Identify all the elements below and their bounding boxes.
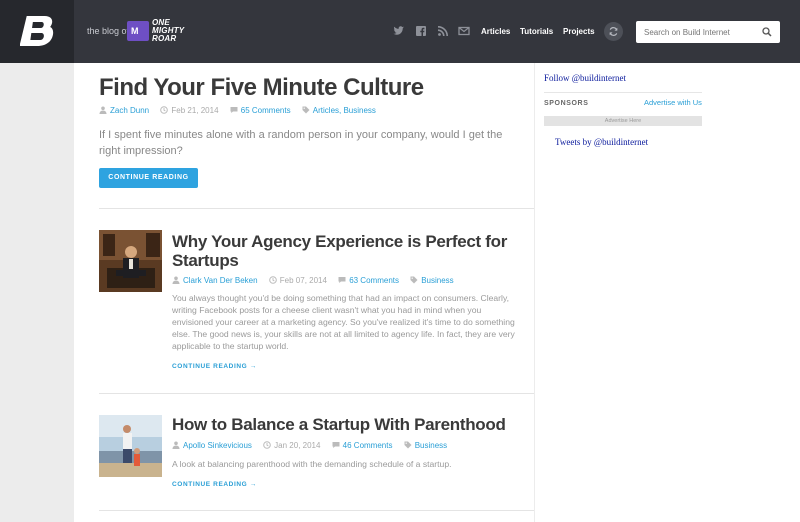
author-meta: Apollo Sinkevicious bbox=[172, 441, 252, 450]
post-title[interactable]: Why Your Agency Experience is Perfect fo… bbox=[172, 232, 522, 270]
user-icon bbox=[99, 106, 107, 114]
continue-reading-link[interactable]: CONTINUE READING → bbox=[172, 363, 257, 370]
advertise-with-us-link[interactable]: Advertise with Us bbox=[644, 98, 702, 107]
post-thumbnail-image bbox=[99, 230, 162, 292]
nav-tutorials[interactable]: Tutorials bbox=[520, 27, 553, 36]
date-meta: Jan 20, 2014 bbox=[263, 441, 320, 450]
category-link[interactable]: Articles, Business bbox=[313, 106, 376, 115]
date-meta: Feb 07, 2014 bbox=[268, 276, 327, 285]
user-icon bbox=[172, 441, 180, 449]
post-thumbnail-image bbox=[99, 415, 162, 477]
sidebar: Follow @buildinternet SPONSORS Advertise… bbox=[535, 63, 800, 522]
featured-post-excerpt: If I spent five minutes alone with a ran… bbox=[99, 129, 503, 157]
comments-link[interactable]: 46 Comments bbox=[343, 441, 393, 450]
author-link[interactable]: Zach Dunn bbox=[110, 106, 149, 115]
author-link[interactable]: Apollo Sinkevicious bbox=[183, 441, 252, 450]
post-excerpt: You always thought you'd be doing someth… bbox=[172, 293, 515, 351]
twitter-icon[interactable] bbox=[393, 25, 405, 37]
rss-icon[interactable] bbox=[437, 25, 449, 37]
one-mighty-roar-wordmark[interactable]: ONE MIGHTY ROAR bbox=[152, 19, 184, 43]
one-mighty-roar-logo-icon[interactable]: M bbox=[127, 21, 149, 41]
post-thumbnail[interactable] bbox=[99, 230, 162, 292]
top-navigation-bar: the blog of M ONE MIGHTY ROAR Articles T… bbox=[0, 0, 800, 63]
build-internet-logo[interactable] bbox=[0, 0, 74, 63]
search-icon[interactable] bbox=[762, 27, 772, 37]
featured-post-meta: Zach Dunn Feb 21, 2014 65 Comments Artic… bbox=[99, 106, 385, 115]
featured-post-title[interactable]: Find Your Five Minute Culture bbox=[99, 75, 424, 101]
search-box bbox=[636, 21, 780, 43]
search-input[interactable] bbox=[644, 25, 756, 39]
advertise-here-slot[interactable]: Advertise Here bbox=[544, 116, 702, 126]
post-meta: Apollo Sinkevicious Jan 20, 2014 46 Comm… bbox=[172, 441, 456, 450]
nav-projects[interactable]: Projects bbox=[563, 27, 595, 36]
post-date: Jan 20, 2014 bbox=[274, 441, 321, 450]
tag-icon bbox=[302, 106, 310, 114]
brand-badge-letter: M bbox=[131, 26, 139, 36]
sponsors-heading: SPONSORS bbox=[544, 100, 589, 107]
refresh-icon bbox=[609, 27, 618, 36]
comment-icon bbox=[230, 107, 238, 113]
nav-articles[interactable]: Articles bbox=[481, 27, 510, 36]
author-link[interactable]: Clark Van Der Beken bbox=[183, 276, 258, 285]
category-meta: Business bbox=[410, 276, 454, 285]
category-link[interactable]: Business bbox=[421, 276, 453, 285]
post-thumbnail[interactable] bbox=[99, 415, 162, 477]
logo-b-icon bbox=[20, 16, 54, 46]
post-divider bbox=[99, 510, 534, 511]
mail-icon[interactable] bbox=[458, 25, 470, 37]
brand-line: ROAR bbox=[152, 34, 177, 43]
comments-link[interactable]: 63 Comments bbox=[349, 276, 399, 285]
post-meta: Clark Van Der Beken Feb 07, 2014 63 Comm… bbox=[172, 276, 463, 285]
user-icon bbox=[172, 276, 180, 284]
refresh-button[interactable] bbox=[604, 22, 623, 41]
date-meta: Feb 21, 2014 bbox=[160, 106, 219, 115]
main-content: Find Your Five Minute Culture Zach Dunn … bbox=[74, 63, 534, 522]
post-date: Feb 07, 2014 bbox=[279, 276, 327, 285]
comments-meta: 46 Comments bbox=[332, 441, 393, 450]
tag-icon bbox=[404, 441, 412, 449]
post-date: Feb 21, 2014 bbox=[171, 106, 219, 115]
continue-reading-link[interactable]: CONTINUE READING → bbox=[172, 481, 257, 488]
author-meta: Clark Van Der Beken bbox=[172, 276, 258, 285]
tweets-by-link[interactable]: Tweets by @buildinternet bbox=[555, 137, 648, 147]
post-excerpt: A look at balancing parenthood with the … bbox=[172, 459, 452, 469]
tag-icon bbox=[410, 276, 418, 284]
clock-icon bbox=[263, 441, 271, 449]
follow-twitter-link[interactable]: Follow @buildinternet bbox=[544, 73, 626, 83]
blog-of-label: the blog of bbox=[87, 26, 130, 36]
comment-icon bbox=[338, 277, 346, 283]
post-divider bbox=[99, 393, 534, 394]
category-meta: Business bbox=[404, 441, 447, 450]
post-divider bbox=[99, 208, 534, 209]
category-link[interactable]: Business bbox=[415, 441, 447, 450]
sidebar-divider bbox=[544, 92, 702, 93]
comments-link[interactable]: 65 Comments bbox=[241, 106, 291, 115]
author-meta: Zach Dunn bbox=[99, 106, 149, 115]
clock-icon bbox=[268, 276, 277, 284]
clock-icon bbox=[160, 106, 169, 114]
post-title[interactable]: How to Balance a Startup With Parenthood bbox=[172, 415, 522, 434]
category-meta: Articles, Business bbox=[302, 106, 376, 115]
facebook-icon[interactable] bbox=[415, 25, 427, 37]
continue-reading-button[interactable]: CONTINUE READING bbox=[99, 168, 198, 188]
comments-meta: 63 Comments bbox=[338, 276, 399, 285]
comment-icon bbox=[332, 442, 340, 448]
comments-meta: 65 Comments bbox=[230, 106, 291, 115]
